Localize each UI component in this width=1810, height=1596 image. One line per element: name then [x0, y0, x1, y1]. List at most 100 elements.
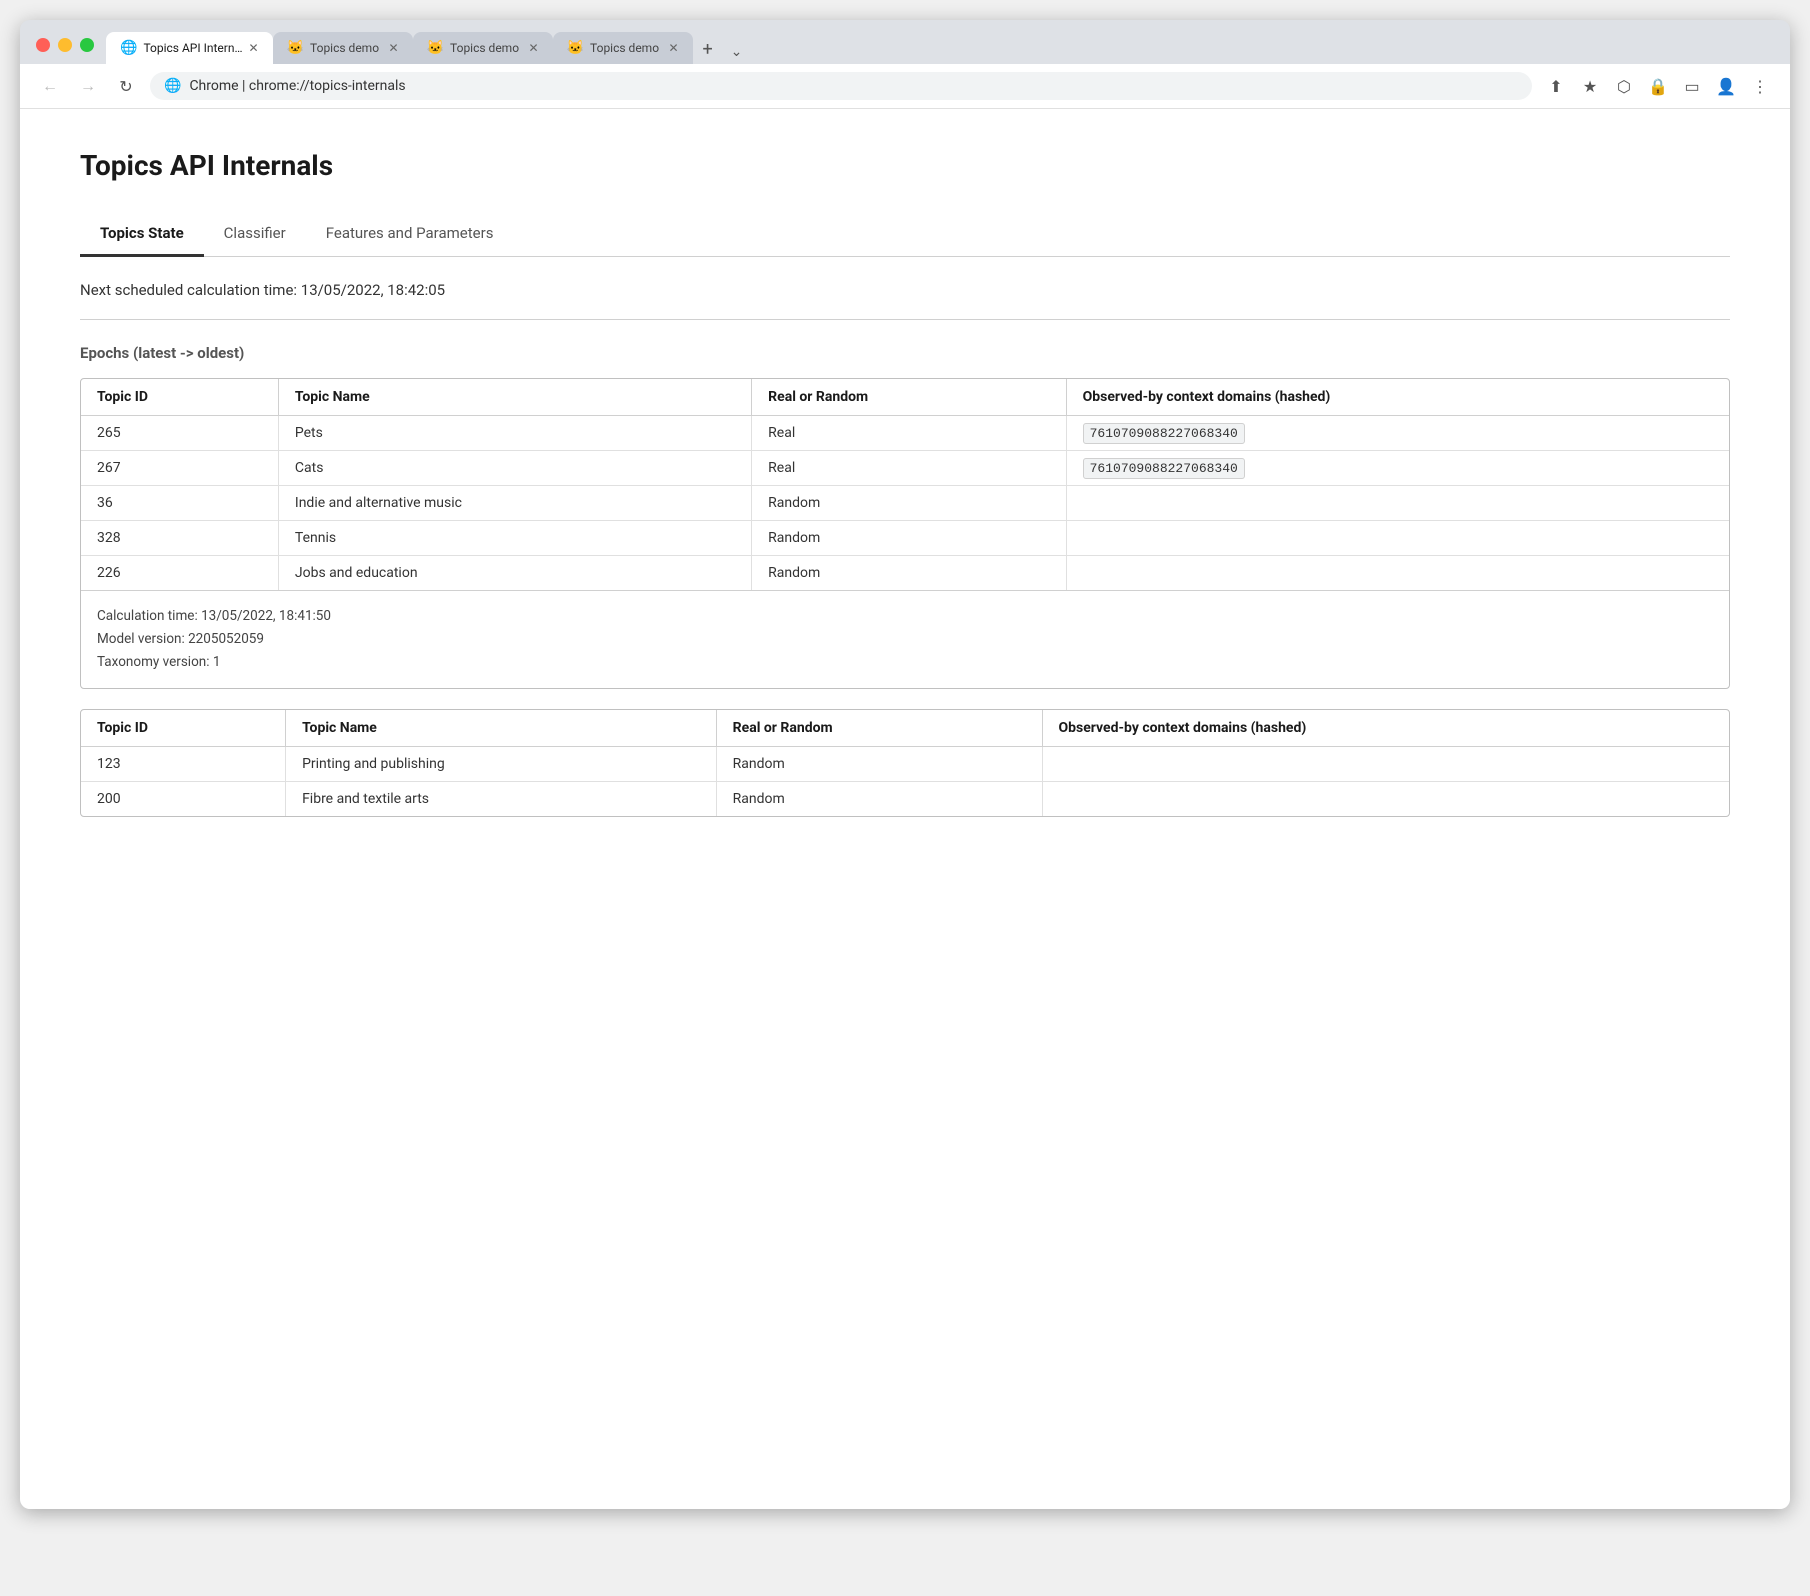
sidebar-button[interactable]: ▭ — [1678, 72, 1706, 100]
epoch-1-header-row: Topic ID Topic Name Real or Random Obser… — [81, 379, 1729, 416]
browser-tab-2[interactable]: 🐱 Topics demo ✕ — [273, 32, 413, 64]
address-url: chrome://topics-internals — [249, 78, 406, 94]
tab-list-button[interactable]: ⌄ — [723, 40, 751, 64]
col-header-domains-2: Observed-by context domains (hashed) — [1042, 710, 1729, 747]
topic-name-cats: Cats — [278, 451, 751, 486]
col-header-domains-1: Observed-by context domains (hashed) — [1066, 379, 1729, 416]
topic-name-printing: Printing and publishing — [286, 746, 717, 781]
col-header-topic-name-2: Topic Name — [286, 710, 717, 747]
table-row: 226 Jobs and education Random — [81, 556, 1729, 591]
topic-name-fibre: Fibre and textile arts — [286, 781, 717, 816]
col-header-topic-id-1: Topic ID — [81, 379, 278, 416]
real-random-226: Random — [752, 556, 1066, 591]
tab-close-3[interactable]: ✕ — [529, 41, 539, 55]
browser-tab-4[interactable]: 🐱 Topics demo ✕ — [553, 32, 693, 64]
epochs-title: Epochs (latest -> oldest) — [80, 344, 1730, 362]
epoch-box-2: Topic ID Topic Name Real or Random Obser… — [80, 709, 1730, 817]
back-button[interactable]: ← — [36, 72, 64, 100]
calculation-time-1: Calculation time: 13/05/2022, 18:41:50 — [97, 605, 1713, 628]
table-row: 267 Cats Real 7610709088227068340 — [81, 451, 1729, 486]
share-button[interactable]: ⬆ — [1542, 72, 1570, 100]
table-row: 36 Indie and alternative music Random — [81, 486, 1729, 521]
hash-badge-267: 7610709088227068340 — [1083, 458, 1245, 479]
domains-328 — [1066, 521, 1729, 556]
real-random-265: Real — [752, 416, 1066, 451]
bookmark-button[interactable]: ★ — [1576, 72, 1604, 100]
model-version-1: Model version: 2205052059 — [97, 628, 1713, 651]
tab-title-2: Topics demo — [310, 41, 383, 55]
address-text: Chrome | chrome://topics-internals — [189, 78, 1518, 94]
tabs-bar: 🌐 Topics API Intern… ✕ 🐱 Topics demo ✕ 🐱… — [106, 32, 1774, 64]
browser-navbar: ← → ↻ 🌐 Chrome | chrome://topics-interna… — [20, 64, 1790, 109]
taxonomy-version-1: Taxonomy version: 1 — [97, 651, 1713, 674]
table-row: 328 Tennis Random — [81, 521, 1729, 556]
topic-id-265: 265 — [81, 416, 278, 451]
address-bar[interactable]: 🌐 Chrome | chrome://topics-internals — [150, 72, 1532, 100]
extension-active-button[interactable]: 🔒 — [1644, 72, 1672, 100]
nav-actions: ⬆ ★ ⬡ 🔒 ▭ 👤 ⋮ — [1542, 72, 1774, 100]
hash-badge-265: 7610709088227068340 — [1083, 423, 1245, 444]
new-tab-button[interactable]: + — [693, 34, 723, 64]
topic-id-200: 200 — [81, 781, 286, 816]
next-calculation-text: Next scheduled calculation time: 13/05/2… — [80, 281, 1730, 299]
refresh-button[interactable]: ↻ — [112, 72, 140, 100]
topic-id-328: 328 — [81, 521, 278, 556]
topic-name-tennis: Tennis — [278, 521, 751, 556]
topic-id-123: 123 — [81, 746, 286, 781]
tab-close-4[interactable]: ✕ — [669, 41, 679, 55]
tab-classifier[interactable]: Classifier — [204, 212, 306, 257]
browser-tab-1[interactable]: 🌐 Topics API Intern… ✕ — [106, 32, 273, 64]
profile-button[interactable]: 👤 — [1712, 72, 1740, 100]
page-title: Topics API Internals — [80, 149, 1730, 182]
domains-226 — [1066, 556, 1729, 591]
col-header-topic-name-1: Topic Name — [278, 379, 751, 416]
topic-name-pets: Pets — [278, 416, 751, 451]
close-button[interactable] — [36, 38, 50, 52]
domains-267: 7610709088227068340 — [1066, 451, 1729, 486]
tab-title-3: Topics demo — [450, 41, 523, 55]
tab-favicon-1: 🌐 — [120, 40, 137, 56]
extensions-button[interactable]: ⬡ — [1610, 72, 1638, 100]
domains-36 — [1066, 486, 1729, 521]
table-row: 123 Printing and publishing Random — [81, 746, 1729, 781]
topic-id-36: 36 — [81, 486, 278, 521]
tab-close-1[interactable]: ✕ — [249, 41, 259, 55]
table-row: 200 Fibre and textile arts Random — [81, 781, 1729, 816]
col-header-real-random-1: Real or Random — [752, 379, 1066, 416]
col-header-topic-id-2: Topic ID — [81, 710, 286, 747]
table-row: 265 Pets Real 7610709088227068340 — [81, 416, 1729, 451]
menu-button[interactable]: ⋮ — [1746, 72, 1774, 100]
real-random-200: Random — [716, 781, 1042, 816]
tab-close-2[interactable]: ✕ — [389, 41, 399, 55]
tab-favicon-4: 🐱 — [567, 40, 584, 56]
maximize-button[interactable] — [80, 38, 94, 52]
forward-button[interactable]: → — [74, 72, 102, 100]
epoch-table-2: Topic ID Topic Name Real or Random Obser… — [81, 710, 1729, 816]
tab-features-parameters[interactable]: Features and Parameters — [306, 212, 514, 257]
traffic-lights — [36, 38, 94, 64]
epoch-2-header-row: Topic ID Topic Name Real or Random Obser… — [81, 710, 1729, 747]
section-divider — [80, 319, 1730, 320]
tab-topics-state[interactable]: Topics State — [80, 212, 204, 257]
topic-id-226: 226 — [81, 556, 278, 591]
page-tab-navigation: Topics State Classifier Features and Par… — [80, 212, 1730, 257]
col-header-real-random-2: Real or Random — [716, 710, 1042, 747]
real-random-328: Random — [752, 521, 1066, 556]
real-random-267: Real — [752, 451, 1066, 486]
topic-id-267: 267 — [81, 451, 278, 486]
epoch-1-meta: Calculation time: 13/05/2022, 18:41:50 M… — [81, 590, 1729, 688]
epoch-box-1: Topic ID Topic Name Real or Random Obser… — [80, 378, 1730, 689]
browser-titlebar: 🌐 Topics API Intern… ✕ 🐱 Topics demo ✕ 🐱… — [20, 20, 1790, 64]
real-random-36: Random — [752, 486, 1066, 521]
domains-123 — [1042, 746, 1729, 781]
domains-200 — [1042, 781, 1729, 816]
address-prefix: Chrome | — [189, 78, 248, 94]
tab-title-4: Topics demo — [590, 41, 663, 55]
address-favicon: 🌐 — [164, 78, 181, 94]
tab-title-1: Topics API Intern… — [143, 41, 242, 55]
epoch-table-1: Topic ID Topic Name Real or Random Obser… — [81, 379, 1729, 590]
minimize-button[interactable] — [58, 38, 72, 52]
topic-name-jobs: Jobs and education — [278, 556, 751, 591]
browser-tab-3[interactable]: 🐱 Topics demo ✕ — [413, 32, 553, 64]
domains-265: 7610709088227068340 — [1066, 416, 1729, 451]
